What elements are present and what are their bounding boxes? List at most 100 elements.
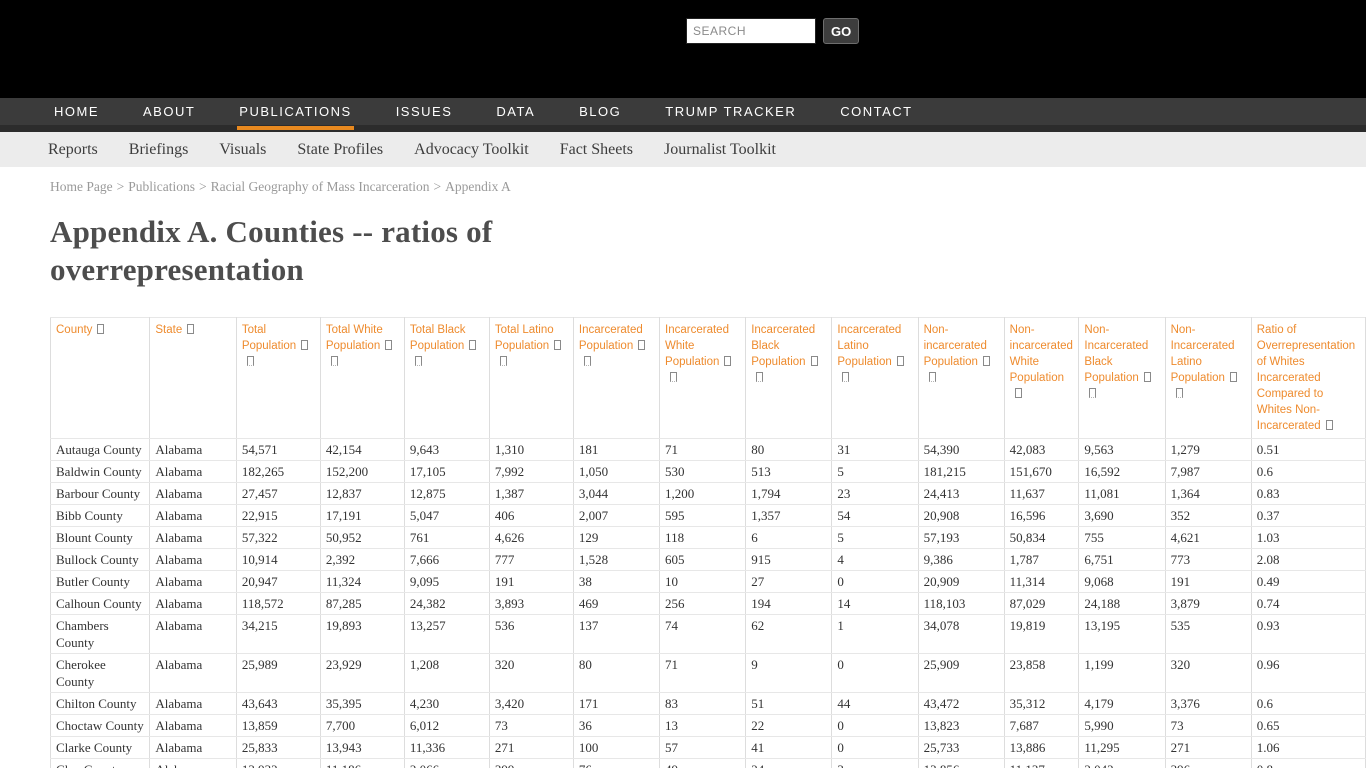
- nav-item-data[interactable]: DATA: [494, 96, 537, 127]
- sort-icon[interactable]: [756, 372, 763, 382]
- cell-value: 5: [832, 527, 918, 549]
- sort-icon[interactable]: [929, 372, 936, 382]
- sort-icon[interactable]: [500, 356, 507, 366]
- cell-value: 0.74: [1251, 593, 1365, 615]
- sort-icon[interactable]: [1326, 420, 1333, 430]
- counties-table-wrap: CountyStateTotal PopulationTotal White P…: [50, 317, 1366, 768]
- cell-value: 41: [746, 737, 832, 759]
- cell-value: 194: [746, 593, 832, 615]
- search-input[interactable]: [686, 18, 816, 44]
- column-header-label: Non-Incarcerated Black Population: [1084, 324, 1148, 384]
- sort-icon[interactable]: [554, 340, 561, 350]
- cell-value: 0.83: [1251, 483, 1365, 505]
- cell-value: 9,068: [1079, 571, 1165, 593]
- column-header-label: Total Population: [242, 324, 296, 352]
- breadcrumb-link-publications[interactable]: Publications: [128, 179, 195, 194]
- sort-icon[interactable]: [670, 372, 677, 382]
- cell-value: 83: [660, 693, 746, 715]
- cell-county: Chambers County: [51, 615, 150, 654]
- cell-value: 2,392: [320, 549, 404, 571]
- subnav-item-journalist-toolkit[interactable]: Journalist Toolkit: [664, 141, 776, 159]
- subnav-item-briefings[interactable]: Briefings: [129, 141, 189, 159]
- sort-icon[interactable]: [811, 356, 818, 366]
- table-row: Baldwin CountyAlabama182,265152,20017,10…: [51, 461, 1366, 483]
- cell-value: 530: [660, 461, 746, 483]
- sort-icon[interactable]: [584, 356, 591, 366]
- cell-county: Calhoun County: [51, 593, 150, 615]
- sort-icon[interactable]: [842, 372, 849, 382]
- breadcrumb-link-home-page[interactable]: Home Page: [50, 179, 113, 194]
- sort-icon[interactable]: [247, 356, 254, 366]
- cell-value: 171: [573, 693, 659, 715]
- cell-value: 2.08: [1251, 549, 1365, 571]
- sort-icon[interactable]: [638, 340, 645, 350]
- nav-item-blog[interactable]: BLOG: [577, 96, 623, 127]
- subnav-item-advocacy-toolkit[interactable]: Advocacy Toolkit: [414, 141, 529, 159]
- cell-value: 23: [832, 483, 918, 505]
- cell-value: 54,571: [236, 439, 320, 461]
- nav-item-home[interactable]: HOME: [52, 96, 101, 127]
- cell-value: 152,200: [320, 461, 404, 483]
- subnav-item-reports[interactable]: Reports: [48, 141, 98, 159]
- column-header-label: Ratio of Overrepresentation of Whites In…: [1257, 324, 1355, 432]
- nav-item-about[interactable]: ABOUT: [141, 96, 197, 127]
- nav-item-trump-tracker[interactable]: TRUMP TRACKER: [663, 96, 798, 127]
- cell-value: 1,200: [660, 483, 746, 505]
- cell-county: Baldwin County: [51, 461, 150, 483]
- cell-value: 11,324: [320, 571, 404, 593]
- nav-item-publications[interactable]: PUBLICATIONS: [237, 96, 353, 127]
- cell-value: 1.06: [1251, 737, 1365, 759]
- table-row: Clarke CountyAlabama25,83313,94311,33627…: [51, 737, 1366, 759]
- cell-value: Alabama: [150, 571, 236, 593]
- subnav-item-visuals[interactable]: Visuals: [219, 141, 266, 159]
- sort-icon[interactable]: [385, 340, 392, 350]
- counties-table: CountyStateTotal PopulationTotal White P…: [50, 317, 1366, 768]
- sort-icon[interactable]: [724, 356, 731, 366]
- breadcrumb-link-appendix-a[interactable]: Appendix A: [445, 179, 511, 194]
- cell-value: 25,989: [236, 654, 320, 693]
- search-go-button[interactable]: GO: [823, 18, 859, 44]
- breadcrumb-separator: >: [434, 179, 442, 194]
- cell-value: 20,947: [236, 571, 320, 593]
- cell-value: 23,858: [1004, 654, 1079, 693]
- cell-value: 16,596: [1004, 505, 1079, 527]
- cell-value: 0.96: [1251, 654, 1365, 693]
- sort-icon[interactable]: [97, 324, 104, 334]
- sort-icon[interactable]: [1144, 372, 1151, 382]
- cell-value: 4,179: [1079, 693, 1165, 715]
- cell-value: 915: [746, 549, 832, 571]
- subnav-item-state-profiles[interactable]: State Profiles: [297, 141, 383, 159]
- sort-icon[interactable]: [983, 356, 990, 366]
- sort-icon[interactable]: [1230, 372, 1237, 382]
- cell-value: 1,050: [573, 461, 659, 483]
- sort-icon[interactable]: [331, 356, 338, 366]
- cell-value: 469: [573, 593, 659, 615]
- table-row: Bibb CountyAlabama22,91517,1915,0474062,…: [51, 505, 1366, 527]
- cell-value: 1,208: [404, 654, 489, 693]
- sort-icon[interactable]: [897, 356, 904, 366]
- sort-icon[interactable]: [469, 340, 476, 350]
- cell-value: 7,687: [1004, 715, 1079, 737]
- cell-value: 13,823: [918, 715, 1004, 737]
- cell-value: 9,643: [404, 439, 489, 461]
- nav-item-issues[interactable]: ISSUES: [394, 96, 455, 127]
- cell-value: 14: [832, 593, 918, 615]
- sort-icon[interactable]: [1089, 388, 1096, 398]
- cell-value: 137: [573, 615, 659, 654]
- cell-value: 320: [1165, 654, 1251, 693]
- sort-icon[interactable]: [1015, 388, 1022, 398]
- sort-icon[interactable]: [301, 340, 308, 350]
- column-header-total-black-population: Total Black Population: [404, 318, 489, 439]
- cell-value: 13,856: [918, 759, 1004, 768]
- cell-value: 24,382: [404, 593, 489, 615]
- sort-icon[interactable]: [1176, 388, 1183, 398]
- cell-value: 0: [832, 715, 918, 737]
- breadcrumb-link-racial-geography-of-mass-incarceration[interactable]: Racial Geography of Mass Incarceration: [211, 179, 430, 194]
- cell-value: 1: [832, 615, 918, 654]
- sort-icon[interactable]: [415, 356, 422, 366]
- cell-value: 1.03: [1251, 527, 1365, 549]
- nav-item-contact[interactable]: CONTACT: [838, 96, 914, 127]
- subnav-item-fact-sheets[interactable]: Fact Sheets: [560, 141, 633, 159]
- sort-icon[interactable]: [187, 324, 194, 334]
- cell-value: 1,310: [489, 439, 573, 461]
